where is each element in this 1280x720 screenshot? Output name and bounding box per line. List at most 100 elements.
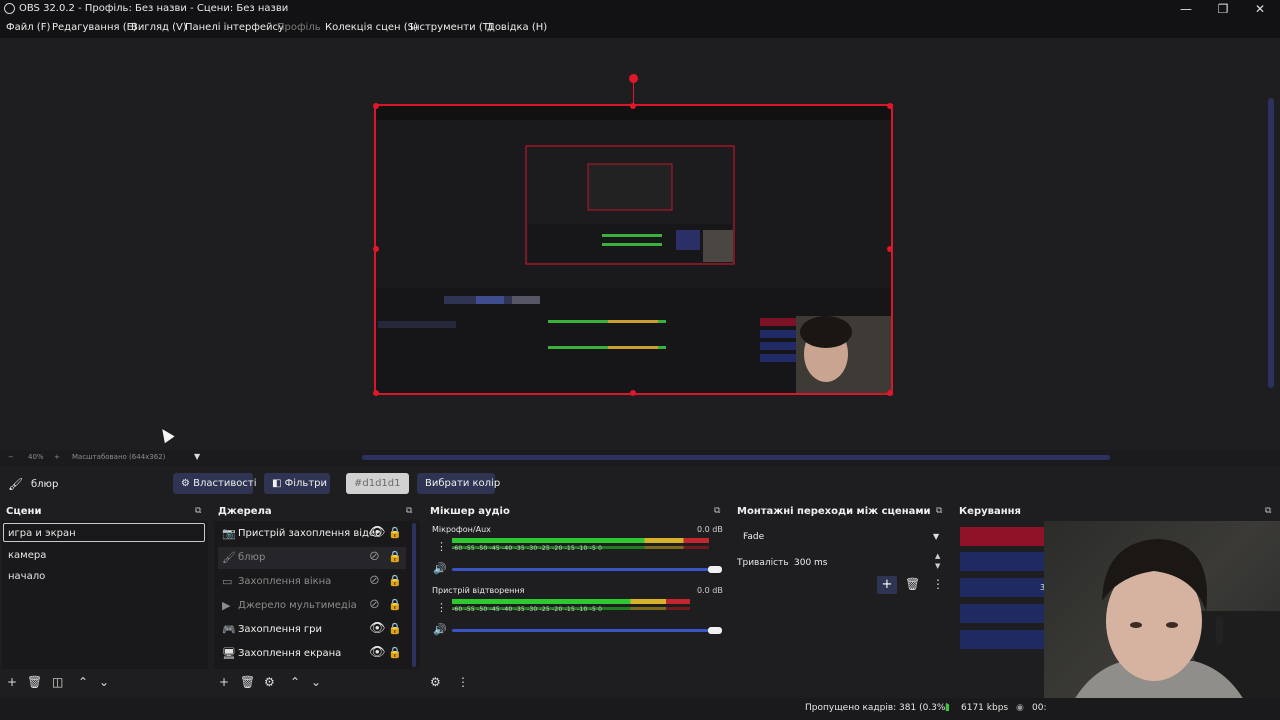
speaker-icon[interactable]: 🔊 [433, 623, 447, 636]
preview-vertical-scrollbar[interactable] [1268, 98, 1274, 388]
scene-filters-icon[interactable]: ◫ [52, 675, 63, 689]
add-scene-icon[interactable]: + [7, 675, 17, 689]
preview-canvas[interactable] [374, 104, 893, 395]
rotation-handle[interactable] [629, 74, 638, 83]
scene-item[interactable]: камера [8, 550, 46, 561]
start-recording-button[interactable] [960, 552, 1046, 571]
volume-fader[interactable] [452, 629, 714, 632]
properties-label: Властивості [193, 478, 257, 489]
pick-color-button[interactable]: Вибрати колір [417, 473, 500, 494]
filters-label: Фільтри [284, 478, 327, 489]
meter-scale: -60 -55 -50 -45 -40 -35 -30 -25 -20 -15 … [452, 606, 603, 613]
add-source-icon[interactable]: + [219, 675, 229, 689]
lock-icon[interactable]: 🔒 [388, 574, 402, 587]
source-properties-icon[interactable]: ⚙ [264, 675, 275, 689]
settings-button[interactable] [960, 630, 1046, 649]
dock-undock-icon[interactable]: ⧉ [714, 506, 720, 516]
dropped-frames: Пропущено кадрів: 381 (0.3%) [805, 703, 949, 713]
remove-scene-icon[interactable]: 🗑 [27, 675, 42, 689]
source-row[interactable]: ▭ Захоплення вікна ⊘ 🔒 [218, 571, 406, 593]
recording-status-icon: ◉ [1016, 703, 1024, 713]
mixer-settings-icon[interactable]: ⚙ [430, 675, 441, 689]
dock-undock-icon[interactable]: ⧉ [195, 506, 201, 516]
menu-view[interactable]: Вигляд (V) [131, 22, 187, 33]
visibility-hidden-icon[interactable]: ⊘ [369, 597, 380, 612]
source-label: Джерело мультимедіа [238, 600, 357, 611]
menu-help[interactable]: Довідка (H) [487, 22, 547, 33]
scene-item[interactable]: начало [8, 571, 45, 582]
resize-handle-top-right[interactable] [887, 103, 893, 109]
filters-button[interactable]: ◧ Фільтри [264, 473, 330, 494]
menu-edit[interactable]: Редагування (E) [52, 22, 137, 33]
webcam-person-image [1064, 539, 1280, 720]
visibility-eye-icon[interactable]: 👁 [369, 621, 386, 636]
nested-preview-image [376, 106, 891, 393]
visibility-hidden-icon[interactable]: ⊘ [369, 549, 380, 564]
volume-knob[interactable] [708, 627, 722, 634]
color-swatch[interactable]: #d1d1d1 [346, 473, 409, 494]
move-up-icon[interactable]: ⌃ [290, 675, 300, 689]
menu-docks[interactable]: Панелі інтерфейсу [185, 22, 284, 33]
volume-knob[interactable] [708, 566, 722, 573]
visibility-hidden-icon[interactable]: ⊘ [369, 573, 380, 588]
add-transition-button[interactable]: + [877, 576, 897, 594]
duration-spinbox[interactable]: 300 ms ▲ ▼ [789, 552, 945, 572]
preview-horizontal-scrollbar[interactable] [362, 455, 1110, 460]
source-row[interactable]: 📷 Пристрій захоплення відео 👁 🔒 [218, 523, 406, 545]
menu-scene-collection[interactable]: Колекція сцен (S) [325, 22, 418, 33]
scene-item[interactable]: игра и экран [8, 528, 76, 539]
lock-icon[interactable]: 🔒 [388, 526, 402, 539]
resize-handle-bottom-left[interactable] [373, 390, 379, 396]
resize-handle-top-left[interactable] [373, 103, 379, 109]
zoom-mode-dropdown-icon[interactable]: ▼ [194, 452, 200, 461]
move-down-icon[interactable]: ⌄ [99, 675, 109, 689]
volume-fader[interactable] [452, 568, 714, 571]
channel-menu-icon[interactable]: ⋮ [436, 540, 447, 553]
remove-transition-icon[interactable]: 🗑 [905, 577, 920, 591]
speaker-icon[interactable]: 🔊 [433, 562, 447, 575]
resize-handle-top[interactable] [630, 103, 636, 109]
zoom-in-button[interactable]: + [54, 453, 60, 461]
spin-up-icon[interactable]: ▲ [935, 552, 940, 560]
lock-icon[interactable]: 🔒 [388, 598, 402, 611]
brush-icon: 🖌 [8, 477, 24, 491]
source-row[interactable]: 🖥 Захоплення екрана 👁 🔒 [218, 643, 406, 665]
source-row[interactable]: ▶ Джерело мультимедіа ⊘ 🔒 [218, 595, 406, 617]
obs-logo-icon [4, 3, 15, 14]
start-streaming-button[interactable] [960, 527, 1046, 546]
source-row[interactable]: 🖌 блюр ⊘ 🔒 [218, 547, 406, 569]
virtual-camera-button[interactable]: 3 [960, 578, 1046, 597]
menu-tools[interactable]: Інструменти (T) [410, 22, 493, 33]
dock-undock-icon[interactable]: ⧉ [1265, 506, 1271, 516]
resize-handle-bottom-right[interactable] [887, 390, 893, 396]
dock-undock-icon[interactable]: ⧉ [406, 506, 412, 516]
minimize-button[interactable]: — [1168, 0, 1204, 18]
mixer-menu-icon[interactable]: ⋮ [457, 675, 469, 689]
channel-menu-icon[interactable]: ⋮ [436, 601, 447, 614]
resize-handle-bottom[interactable] [630, 390, 636, 396]
restore-button[interactable]: ❐ [1205, 0, 1241, 18]
resize-handle-left[interactable] [373, 246, 379, 252]
lock-icon[interactable]: 🔒 [388, 646, 402, 659]
menu-file[interactable]: Файл (F) [6, 22, 50, 33]
close-button[interactable]: ✕ [1242, 0, 1278, 18]
source-row[interactable]: 🎮 Захоплення гри 👁 🔒 [218, 619, 406, 641]
resize-handle-right[interactable] [887, 246, 893, 252]
properties-button[interactable]: ⚙ Властивості [173, 473, 257, 494]
lock-icon[interactable]: 🔒 [388, 622, 402, 635]
spin-down-icon[interactable]: ▼ [935, 562, 940, 570]
move-down-icon[interactable]: ⌄ [311, 675, 321, 689]
move-up-icon[interactable]: ⌃ [78, 675, 88, 689]
visibility-eye-icon[interactable]: 👁 [369, 525, 386, 540]
studio-mode-button[interactable] [960, 604, 1046, 623]
dock-undock-icon[interactable]: ⧉ [936, 506, 942, 516]
transition-select[interactable]: Fade ▼ [737, 527, 945, 547]
zoom-out-button[interactable]: − [8, 453, 14, 461]
lock-icon[interactable]: 🔒 [388, 550, 402, 563]
source-label: Захоплення гри [238, 624, 323, 635]
zoom-mode-label: Масштабовано (644x362) [72, 453, 166, 461]
transition-menu-icon[interactable]: ⋮ [932, 577, 944, 591]
visibility-eye-icon[interactable]: 👁 [369, 645, 386, 660]
sources-scrollbar[interactable] [412, 523, 416, 667]
remove-source-icon[interactable]: 🗑 [240, 675, 255, 689]
